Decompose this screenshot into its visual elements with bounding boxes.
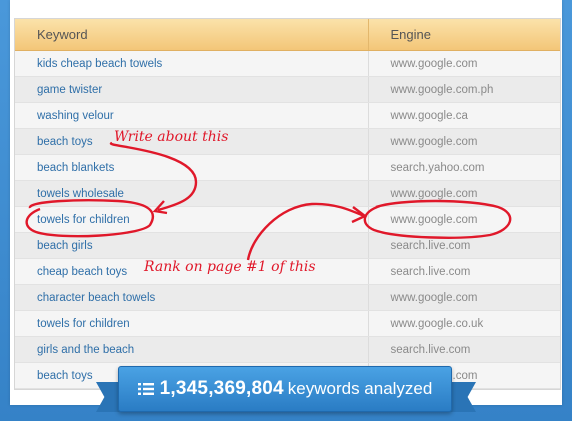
engine-cell: www.google.com	[367, 128, 560, 155]
table-row: towels wholesale www.google.com	[15, 180, 560, 207]
keyword-link[interactable]: game twister	[15, 76, 368, 103]
keyword-link[interactable]: washing velour	[15, 102, 368, 129]
engine-cell: www.google.ca	[367, 102, 560, 129]
engine-cell: search.yahoo.com	[367, 154, 560, 181]
keyword-link[interactable]: beach girls	[15, 232, 368, 259]
keyword-link[interactable]: towels for children	[15, 310, 368, 337]
table-row: kids cheap beach towels www.google.com	[15, 50, 560, 77]
engine-cell: www.google.com.ph	[367, 76, 560, 103]
keyword-link[interactable]: character beach towels	[15, 284, 368, 311]
engine-cell: www.google.com	[367, 284, 560, 311]
keyword-link[interactable]: beach blankets	[15, 154, 368, 181]
keyword-link[interactable]: towels for children	[15, 206, 368, 233]
table-row: beach toyswww.google.com	[15, 128, 560, 155]
keyword-count: 1,345,369,804	[159, 378, 284, 399]
keyword-link[interactable]: towels wholesale	[15, 180, 368, 207]
table-row: towels for children www.google.co.uk	[15, 310, 560, 337]
engine-cell: search.live.com	[367, 258, 560, 285]
engine-cell: www.google.com	[367, 180, 560, 207]
keyword-link[interactable]: girls and the beach	[15, 336, 368, 363]
keywords-analyzed-banner: 1,345,369,804 keywords analyzed	[118, 366, 452, 412]
background-frame: Keyword Engine kids cheap beach towels ww…	[0, 0, 572, 421]
keyword-table-container: Keyword Engine kids cheap beach towels ww…	[14, 18, 561, 390]
engine-cell: www.google.com	[367, 50, 560, 77]
rank-note: Rank on page #1 of this	[144, 259, 316, 275]
table-row: washing velour www.google.ca	[15, 102, 560, 129]
table-header-row: Keyword Engine	[15, 19, 560, 51]
table-row: beach girls search.live.com	[15, 232, 560, 259]
keyword-count-label: keywords analyzed	[287, 379, 433, 398]
engine-cell: search.live.com	[367, 336, 560, 363]
keyword-table: Keyword Engine kids cheap beach towels ww…	[15, 19, 560, 389]
table-row: beach blankets search.yahoo.com	[15, 154, 560, 181]
table-row: game twister www.google.com.ph	[15, 76, 560, 103]
table-row: character beach towels www.google.com	[15, 284, 560, 311]
table-row: girls and the beach search.live.com	[15, 336, 560, 363]
column-header-keyword[interactable]: Keyword	[15, 19, 368, 51]
engine-cell: search.live.com	[367, 232, 560, 259]
write-about-note: Write about this	[114, 129, 229, 145]
engine-cell: www.google.com	[367, 206, 560, 233]
column-header-engine[interactable]: Engine	[367, 19, 560, 51]
engine-cell: www.google.co.uk	[367, 310, 560, 337]
keywords-panel: Keyword Engine kids cheap beach towels ww…	[10, 0, 562, 405]
list-icon	[137, 383, 154, 395]
table-row: towels for children www.google.com	[15, 206, 560, 233]
keyword-link[interactable]: kids cheap beach towels	[15, 50, 368, 77]
